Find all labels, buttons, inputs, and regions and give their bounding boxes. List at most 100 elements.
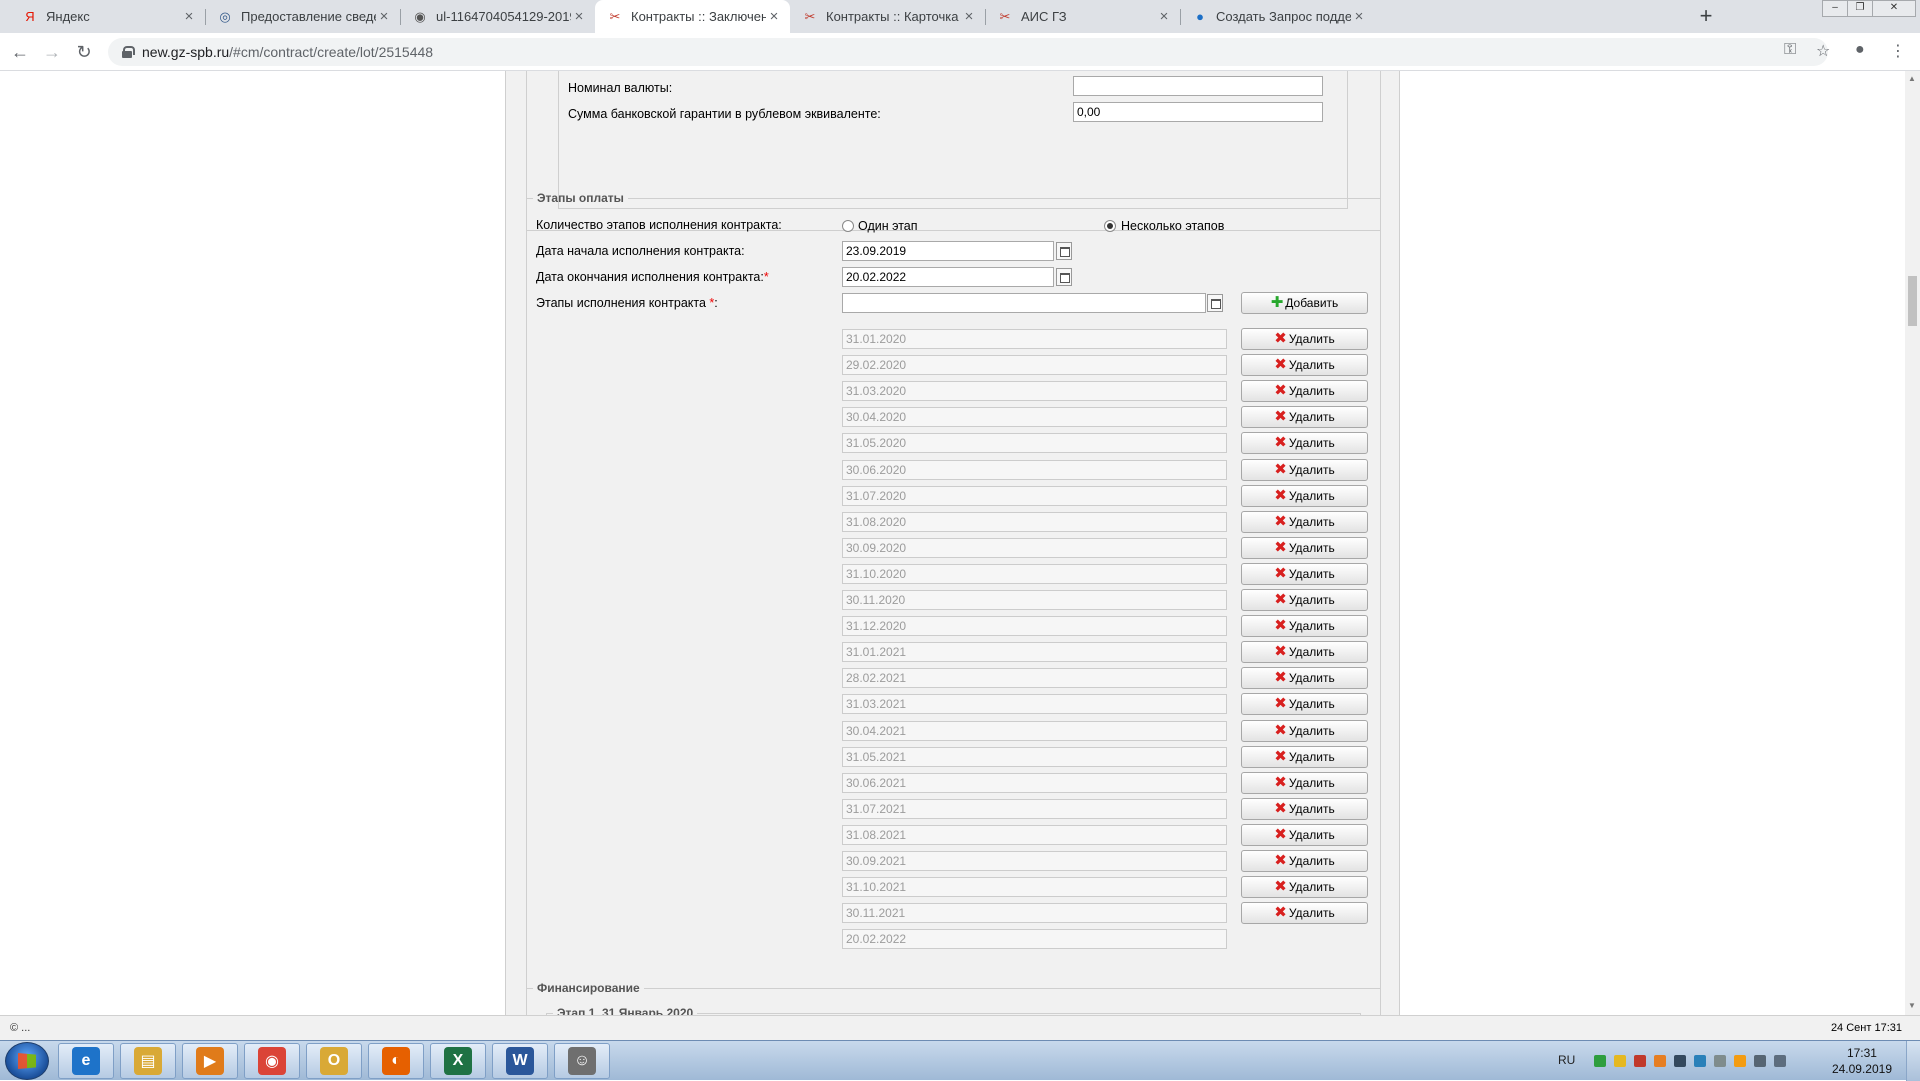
back-icon[interactable]: ← (8, 40, 32, 64)
scrollbar-thumb[interactable] (1908, 276, 1917, 326)
delete-stage-button[interactable]: ✖ Удалить (1241, 511, 1368, 533)
tray-mail-icon[interactable] (1614, 1055, 1626, 1067)
delete-stage-button[interactable]: ✖ Удалить (1241, 432, 1368, 454)
taskbar-word-button[interactable]: W (492, 1043, 548, 1079)
tray-antivirus-icon[interactable] (1634, 1055, 1646, 1067)
key-icon[interactable]: ⚿ (1784, 41, 1796, 59)
delete-stage-button[interactable]: ✖ Удалить (1241, 850, 1368, 872)
tray-printer-icon[interactable] (1674, 1055, 1686, 1067)
end-date-calendar-icon[interactable] (1056, 268, 1072, 286)
close-tab-icon[interactable]: × (181, 8, 197, 25)
delete-stage-button[interactable]: ✖ Удалить (1241, 485, 1368, 507)
start-date-input[interactable]: 23.09.2019 (842, 241, 1054, 261)
taskbar-firefox-button[interactable]: ◐ (368, 1043, 424, 1079)
delete-stage-button[interactable]: ✖ Удалить (1241, 798, 1368, 820)
reload-icon[interactable]: ↻ (72, 40, 96, 64)
currency-nominal-input[interactable] (1073, 76, 1323, 96)
delete-stage-button[interactable]: ✖ Удалить (1241, 667, 1368, 689)
add-stage-button[interactable]: ✚ Добавить (1241, 292, 1368, 314)
browser-tab-2[interactable]: ◎ Предоставление сведений из ЕГРЮЛ/ЕГРИП× (205, 0, 400, 33)
taskbar-excel-button[interactable]: X (430, 1043, 486, 1079)
tray-app-icon[interactable] (1654, 1055, 1666, 1067)
close-tab-icon[interactable]: × (1351, 8, 1367, 25)
taskbar-explorer-button[interactable]: ▤ (120, 1043, 176, 1079)
taskbar-chrome-button[interactable]: ◉ (244, 1043, 300, 1079)
taskbar-media-player-button[interactable]: ▶ (182, 1043, 238, 1079)
delete-stage-button[interactable]: ✖ Удалить (1241, 328, 1368, 350)
clock-time: 17:31 (1846, 1046, 1877, 1060)
multiple-stages-label: Несколько этапов (1121, 219, 1225, 233)
delete-stage-button[interactable]: ✖ Удалить (1241, 406, 1368, 428)
tray-network-icon[interactable] (1694, 1055, 1706, 1067)
bookmark-star-icon[interactable]: ☆ (1816, 41, 1830, 61)
new-tab-button[interactable]: + (1693, 2, 1719, 30)
single-stage-radio[interactable] (842, 220, 854, 232)
stage-date-input: 31.12.2020 (842, 616, 1227, 636)
financing-stage1-legend: Этап 1. 31 Январь 2020 (557, 1006, 694, 1015)
show-desktop-button[interactable] (1906, 1041, 1920, 1081)
delete-stage-button-label: Удалить (1288, 332, 1335, 346)
red-x-icon: ✖ (1274, 878, 1287, 895)
start-button[interactable] (5, 1042, 49, 1080)
taskbar-ie-button[interactable]: e (58, 1043, 114, 1079)
clock[interactable]: 17:31 24.09.2019 (1832, 1045, 1892, 1077)
browser-tab-7[interactable]: ● Создать Запрос поддержки - АИС× (1180, 0, 1375, 33)
red-x-icon: ✖ (1274, 748, 1287, 765)
start-date-calendar-icon[interactable] (1056, 242, 1072, 260)
delete-stage-button[interactable]: ✖ Удалить (1241, 902, 1368, 924)
multiple-stages-radio[interactable] (1104, 220, 1116, 232)
tray-outlook-icon[interactable] (1734, 1055, 1746, 1067)
language-indicator[interactable]: RU (1558, 1053, 1575, 1067)
delete-stage-button[interactable]: ✖ Удалить (1241, 563, 1368, 585)
delete-stage-button[interactable]: ✖ Удалить (1241, 824, 1368, 846)
status-bar: © ... 24 Сент 17:31 (0, 1015, 1920, 1040)
forward-icon[interactable]: → (40, 40, 64, 64)
delete-stage-button[interactable]: ✖ Удалить (1241, 459, 1368, 481)
minimize-button[interactable]: – (1822, 0, 1848, 17)
close-tab-icon[interactable]: × (571, 8, 587, 25)
browser-tab-4[interactable]: ✂ Контракты :: Заключение догов× (595, 0, 790, 33)
delete-stage-button[interactable]: ✖ Удалить (1241, 354, 1368, 376)
browser-tab-1[interactable]: Я Яндекс × (10, 0, 205, 33)
close-tab-icon[interactable]: × (1156, 8, 1172, 25)
delete-stage-button-label: Удалить (1288, 410, 1335, 424)
rub-equivalent-input[interactable]: 0,00 (1073, 102, 1323, 122)
delete-stage-button[interactable]: ✖ Удалить (1241, 641, 1368, 663)
menu-dots-icon[interactable]: ⋮ (1890, 41, 1906, 61)
delete-stage-button[interactable]: ✖ Удалить (1241, 746, 1368, 768)
delete-stage-button[interactable]: ✖ Удалить (1241, 589, 1368, 611)
delete-stage-button[interactable]: ✖ Удалить (1241, 537, 1368, 559)
new-stage-calendar-icon[interactable] (1207, 294, 1223, 312)
stage-date-input: 31.01.2021 (842, 642, 1227, 662)
delete-stage-button[interactable]: ✖ Удалить (1241, 380, 1368, 402)
financing-stage1-fieldset: Этап 1. 31 Январь 2020 (546, 1006, 1361, 1015)
delete-stage-button[interactable]: ✖ Удалить (1241, 615, 1368, 637)
taskbar-user-app-button[interactable]: ☺ (554, 1043, 610, 1079)
tray-security-icon[interactable] (1594, 1055, 1606, 1067)
address-bar[interactable]: new.gz-spb.ru/#cm/contract/create/lot/25… (108, 38, 1828, 66)
profile-avatar-icon[interactable]: ● (1855, 41, 1865, 59)
close-tab-icon[interactable]: × (766, 8, 782, 25)
page-scrollbar[interactable]: ▲ ▼ (1905, 71, 1920, 1015)
tray-volume-icon[interactable] (1774, 1055, 1786, 1067)
delete-stage-button[interactable]: ✖ Удалить (1241, 720, 1368, 742)
scroll-up-arrow-icon[interactable]: ▲ (1908, 74, 1916, 83)
browser-tab-5[interactable]: ✂ Контракты :: Карточка контракт× (790, 0, 985, 33)
end-date-input[interactable]: 20.02.2022 (842, 267, 1054, 287)
taskbar-outlook-button[interactable]: O (306, 1043, 362, 1079)
close-tab-icon[interactable]: × (376, 8, 392, 25)
close-window-button[interactable]: ✕ (1872, 0, 1916, 17)
rub-equivalent-label: Сумма банковской гарантии в рублевом экв… (568, 107, 881, 121)
tray-display-icon[interactable] (1754, 1055, 1766, 1067)
delete-stage-button[interactable]: ✖ Удалить (1241, 876, 1368, 898)
close-tab-icon[interactable]: × (961, 8, 977, 25)
single-stage-label: Один этап (858, 219, 918, 233)
scroll-down-arrow-icon[interactable]: ▼ (1908, 1001, 1916, 1010)
restore-button[interactable]: ❐ (1847, 0, 1873, 17)
browser-tab-6[interactable]: ✂ АИС ГЗ × (985, 0, 1180, 33)
new-stage-date-input[interactable] (842, 293, 1206, 313)
tray-flag-icon[interactable] (1714, 1055, 1726, 1067)
delete-stage-button[interactable]: ✖ Удалить (1241, 772, 1368, 794)
browser-tab-3[interactable]: ◉ ul-1164704054129-20190924150× (400, 0, 595, 33)
delete-stage-button[interactable]: ✖ Удалить (1241, 693, 1368, 715)
